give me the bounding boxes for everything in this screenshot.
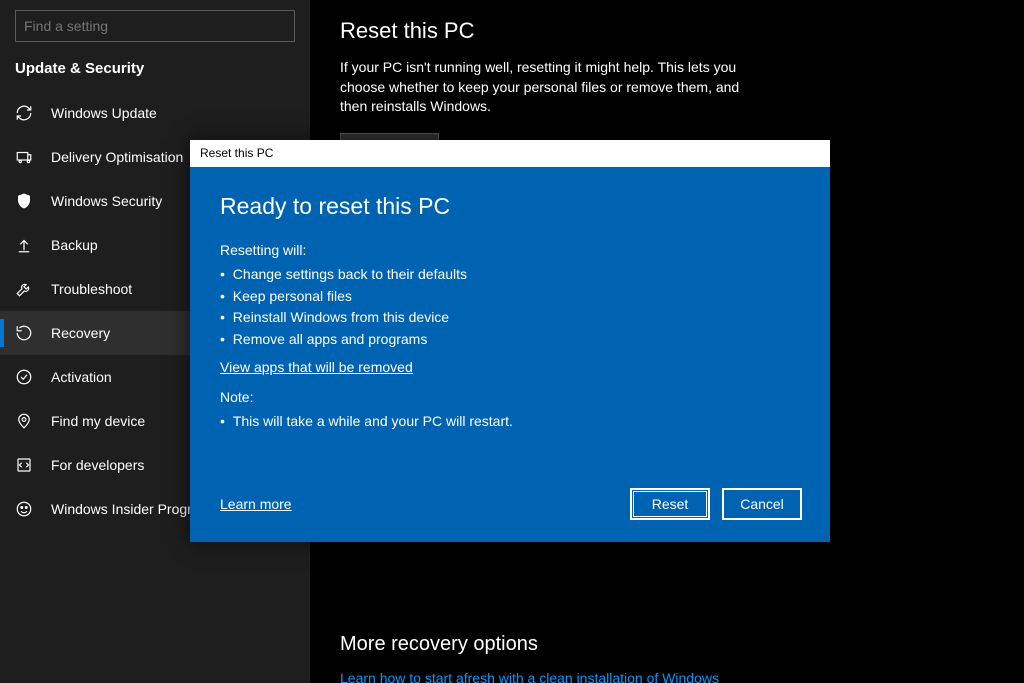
clean-install-link[interactable]: Learn how to start afresh with a clean i…: [340, 670, 719, 683]
recovery-icon: [15, 324, 33, 342]
delivery-icon: [15, 148, 33, 166]
sync-icon: [15, 104, 33, 122]
dialog-bullet: Change settings back to their defaults: [220, 264, 800, 286]
sidebar-item-label: Activation: [51, 369, 112, 385]
sidebar-item-label: Troubleshoot: [51, 281, 132, 297]
sidebar-item-label: Backup: [51, 237, 98, 253]
dialog-bullet: Remove all apps and programs: [220, 329, 800, 351]
sidebar-item-label: For developers: [51, 457, 144, 473]
page-description: If your PC isn't running well, resetting…: [340, 58, 760, 117]
insider-icon: [15, 500, 33, 518]
learn-more-link[interactable]: Learn more: [220, 496, 292, 512]
search-input[interactable]: [24, 18, 264, 34]
check-circle-icon: [15, 368, 33, 386]
sidebar-item-label: Find my device: [51, 413, 145, 429]
reset-pc-dialog: Reset this PC Ready to reset this PC Res…: [190, 140, 830, 542]
dialog-note-label: Note:: [220, 389, 800, 405]
page-heading: Reset this PC: [340, 18, 994, 44]
shield-icon: [15, 192, 33, 210]
dialog-lead: Resetting will:: [220, 242, 800, 258]
dialog-note-bullet: This will take a while and your PC will …: [220, 411, 800, 433]
backup-icon: [15, 236, 33, 254]
more-options-heading: More recovery options: [340, 633, 994, 656]
dialog-bullet: Reinstall Windows from this device: [220, 307, 800, 329]
dialog-note-bullets: This will take a while and your PC will …: [220, 411, 800, 433]
cancel-button[interactable]: Cancel: [722, 488, 802, 520]
sidebar-item-label: Delivery Optimisation: [51, 149, 183, 165]
search-box[interactable]: [15, 10, 295, 42]
sidebar-item-label: Windows Update: [51, 105, 157, 121]
wrench-icon: [15, 280, 33, 298]
developer-icon: [15, 456, 33, 474]
dialog-bullets: Change settings back to their defaults K…: [220, 264, 800, 351]
sidebar-item-label: Recovery: [51, 325, 110, 341]
dialog-bullet: Keep personal files: [220, 286, 800, 308]
sidebar-item-windows-update[interactable]: Windows Update: [0, 91, 310, 135]
section-title: Update & Security: [0, 56, 310, 91]
reset-button[interactable]: Reset: [630, 488, 710, 520]
sidebar-item-label: Windows Security: [51, 193, 162, 209]
view-apps-link[interactable]: View apps that will be removed: [220, 359, 800, 375]
dialog-titlebar[interactable]: Reset this PC: [190, 140, 830, 167]
dialog-heading: Ready to reset this PC: [220, 193, 800, 220]
dialog-body: Ready to reset this PC Resetting will: C…: [190, 167, 830, 542]
location-icon: [15, 412, 33, 430]
